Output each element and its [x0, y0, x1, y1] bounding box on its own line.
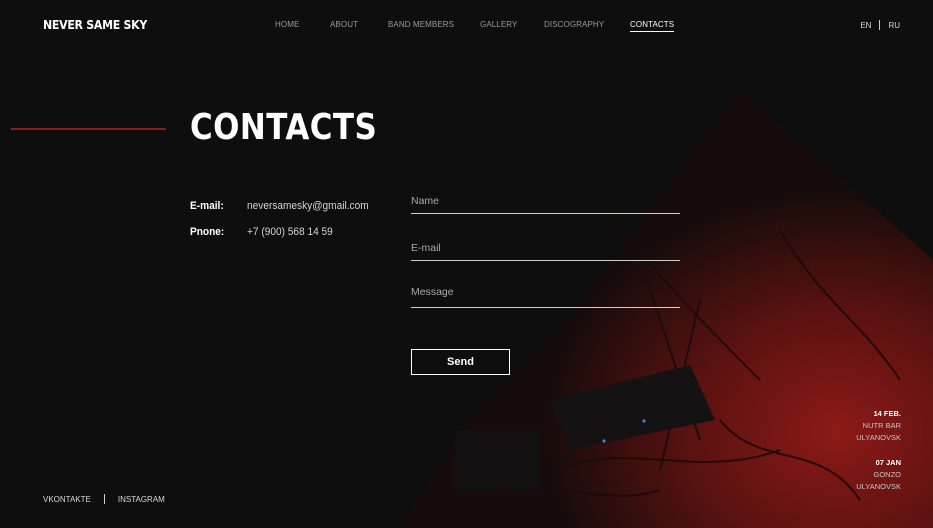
title-accent-line [11, 128, 166, 130]
name-field[interactable] [411, 192, 680, 210]
events-list: 14 FEB. NUTR BAR ULYANOVSK 07 JAN GONZO … [856, 408, 901, 506]
nav-item-about[interactable]: ABOUT [330, 20, 358, 29]
nav-item-band-members[interactable]: BAND MEMBERS [388, 20, 454, 29]
email-row: E-mail: neversamesky@gmail.com [190, 193, 379, 219]
event-date: 14 FEB. [873, 409, 901, 418]
event-venue: NUTR BAR [862, 421, 901, 430]
message-field-wrapper [411, 284, 680, 308]
event-city: ULYANOVSK [856, 482, 901, 491]
event-item[interactable]: 14 FEB. NUTR BAR ULYANOVSK [856, 408, 901, 444]
contact-info: E-mail: neversamesky@gmail.com Pnone: +7… [190, 193, 379, 245]
nav-item-home[interactable]: HOME [275, 20, 299, 29]
language-ru[interactable]: RU [888, 21, 900, 30]
event-venue: GONZO [873, 470, 902, 479]
language-en[interactable]: EN [860, 21, 871, 30]
social-divider [103, 494, 105, 504]
nav-item-discography[interactable]: DISCOGRAPHY [544, 20, 604, 29]
email-label: E-mail: [190, 200, 224, 212]
send-button[interactable]: Send [411, 349, 510, 375]
nav-item-contacts[interactable]: CONTACTS [630, 20, 675, 32]
instagram-link[interactable]: INSTAGRAM [118, 495, 165, 504]
main-navigation: HOME ABOUT BAND MEMBERS GALLERY DISCOGRA… [0, 20, 933, 34]
name-field-wrapper [411, 190, 680, 214]
language-switcher: EN RU [860, 20, 900, 30]
email-field-wrapper [411, 237, 680, 261]
event-date: 07 JAN [875, 458, 901, 467]
vkontakte-link[interactable]: VKONTAKTE [43, 495, 91, 504]
event-city: ULYANOVSK [856, 433, 901, 442]
social-links: VKONTAKTE INSTAGRAM [43, 494, 165, 504]
phone-row: Pnone: +7 (900) 568 14 59 [190, 219, 379, 245]
contact-form [411, 190, 680, 331]
page-title: CONTACTS [190, 107, 378, 148]
email-field[interactable] [411, 239, 680, 257]
email-value[interactable]: neversamesky@gmail.com [247, 200, 369, 212]
phone-label: Pnone: [190, 226, 225, 238]
nav-item-gallery[interactable]: GALLERY [480, 20, 517, 29]
language-divider [879, 20, 881, 30]
event-item[interactable]: 07 JAN GONZO ULYANOVSK [856, 457, 901, 493]
message-field[interactable] [411, 286, 680, 304]
phone-value[interactable]: +7 (900) 568 14 59 [247, 226, 333, 238]
